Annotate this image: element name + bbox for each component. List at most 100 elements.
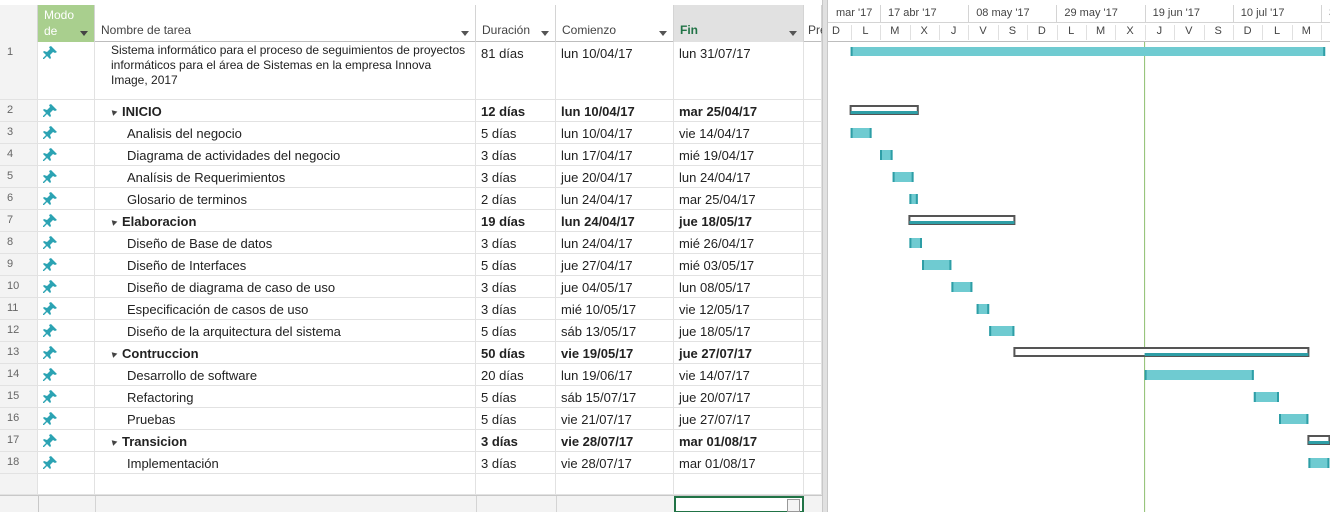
- task-bar[interactable]: [1144, 370, 1254, 380]
- task-finish-cell[interactable]: vie 14/04/17: [674, 122, 804, 143]
- collapse-triangle-icon[interactable]: [109, 218, 118, 226]
- task-row[interactable]: 7 Elaboracion 19 días lun 24/04/17 jue 18/05…: [0, 210, 822, 232]
- collapse-triangle-icon[interactable]: [109, 438, 118, 446]
- collapse-triangle-icon[interactable]: [109, 108, 118, 116]
- start-filter-arrow-icon[interactable]: [659, 31, 667, 36]
- task-name[interactable]: Contruccion: [109, 346, 199, 361]
- row-id-cell[interactable]: 9: [0, 254, 38, 275]
- task-start-cell[interactable]: vie 21/07/17: [556, 408, 674, 429]
- active-cell[interactable]: [674, 496, 804, 512]
- task-start-cell[interactable]: lun 17/04/17: [556, 144, 674, 165]
- task-finish-cell[interactable]: lun 24/04/17: [674, 166, 804, 187]
- task-name[interactable]: Sistema informático para el proceso de s…: [111, 43, 471, 88]
- task-bar[interactable]: [909, 194, 918, 204]
- task-row[interactable]: 10 Diseño de diagrama de caso de uso 3 día…: [0, 276, 822, 298]
- task-bar[interactable]: [850, 128, 872, 138]
- task-row[interactable]: 5 Analísis de Requerimientos 3 días jue 20/…: [0, 166, 822, 188]
- task-start-cell[interactable]: lun 24/04/17: [556, 232, 674, 253]
- task-duration-cell[interactable]: 3 días: [476, 232, 556, 253]
- task-start-cell[interactable]: vie 19/05/17: [556, 342, 674, 363]
- task-predecessors-cell[interactable]: [804, 144, 822, 165]
- row-id-cell[interactable]: 7: [0, 210, 38, 231]
- task-predecessors-cell[interactable]: [804, 342, 822, 363]
- task-duration-cell[interactable]: 3 días: [476, 298, 556, 319]
- task-name[interactable]: Diagrama de actividades del negocio: [127, 148, 340, 163]
- task-mode-cell[interactable]: [38, 430, 95, 451]
- column-header-predecessors[interactable]: Pre: [804, 5, 822, 42]
- task-predecessors-cell[interactable]: [804, 100, 822, 121]
- column-header-finish[interactable]: Fin: [674, 5, 804, 42]
- task-bar[interactable]: [951, 282, 973, 292]
- task-finish-cell[interactable]: mar 01/08/17: [674, 452, 804, 473]
- task-duration-cell[interactable]: 5 días: [476, 320, 556, 341]
- task-predecessors-cell[interactable]: [804, 232, 822, 253]
- task-predecessors-cell[interactable]: [804, 430, 822, 451]
- task-start-cell[interactable]: mié 10/05/17: [556, 298, 674, 319]
- task-name-cell[interactable]: Diseño de la arquitectura del sistema: [95, 320, 476, 341]
- column-header-name[interactable]: Nombre de tarea: [95, 5, 476, 42]
- task-name-cell[interactable]: Especificación de casos de uso: [95, 298, 476, 319]
- task-bar[interactable]: [1279, 414, 1309, 424]
- task-bar[interactable]: [892, 172, 914, 182]
- summary-bar[interactable]: [849, 105, 919, 115]
- task-mode-cell[interactable]: [38, 122, 95, 143]
- task-mode-cell[interactable]: [38, 210, 95, 231]
- task-duration-cell[interactable]: 3 días: [476, 452, 556, 473]
- task-mode-cell[interactable]: [38, 188, 95, 209]
- task-finish-cell[interactable]: lun 31/07/17: [674, 42, 804, 99]
- grid-new-row[interactable]: [0, 495, 822, 512]
- row-id-cell[interactable]: 17: [0, 430, 38, 451]
- task-row[interactable]: 18 Implementación 3 días vie 28/07/17 mar 01…: [0, 452, 822, 474]
- row-id-cell[interactable]: 6: [0, 188, 38, 209]
- row-id-cell[interactable]: 2: [0, 100, 38, 121]
- row-id-cell[interactable]: 3: [0, 122, 38, 143]
- task-finish-cell[interactable]: mié 26/04/17: [674, 232, 804, 253]
- empty-row[interactable]: [0, 474, 822, 495]
- task-start-cell[interactable]: lun 10/04/17: [556, 100, 674, 121]
- task-predecessors-cell[interactable]: [804, 122, 822, 143]
- summary-bar[interactable]: [1013, 347, 1310, 357]
- task-predecessors-cell[interactable]: [804, 42, 822, 99]
- task-finish-cell[interactable]: mar 25/04/17: [674, 188, 804, 209]
- task-predecessors-cell[interactable]: [804, 166, 822, 187]
- task-name[interactable]: Diseño de diagrama de caso de uso: [127, 280, 335, 295]
- cell-dropdown-arrow-icon[interactable]: [787, 499, 800, 512]
- task-predecessors-cell[interactable]: [804, 188, 822, 209]
- task-finish-cell[interactable]: mié 03/05/17: [674, 254, 804, 275]
- task-predecessors-cell[interactable]: [804, 254, 822, 275]
- task-name-cell[interactable]: Pruebas: [95, 408, 476, 429]
- task-duration-cell[interactable]: 5 días: [476, 408, 556, 429]
- select-all-corner[interactable]: [0, 5, 38, 42]
- task-name[interactable]: Glosario de terminos: [127, 192, 247, 207]
- task-start-cell[interactable]: lun 24/04/17: [556, 210, 674, 231]
- task-duration-cell[interactable]: 2 días: [476, 188, 556, 209]
- task-row[interactable]: 17 Transicion 3 días vie 28/07/17 mar 01/08/…: [0, 430, 822, 452]
- task-finish-cell[interactable]: lun 08/05/17: [674, 276, 804, 297]
- column-header-start[interactable]: Comienzo: [556, 5, 674, 42]
- task-mode-cell[interactable]: [38, 166, 95, 187]
- task-finish-cell[interactable]: vie 12/05/17: [674, 298, 804, 319]
- task-row[interactable]: 13 Contruccion 50 días vie 19/05/17 jue 27/0…: [0, 342, 822, 364]
- task-duration-cell[interactable]: 3 días: [476, 430, 556, 451]
- task-name[interactable]: Analísis de Requerimientos: [127, 170, 285, 185]
- task-predecessors-cell[interactable]: [804, 408, 822, 429]
- task-bar[interactable]: [850, 47, 1326, 56]
- row-id-cell[interactable]: 14: [0, 364, 38, 385]
- name-filter-arrow-icon[interactable]: [461, 31, 469, 36]
- task-name-cell[interactable]: Analisis del negocio: [95, 122, 476, 143]
- task-mode-cell[interactable]: [38, 408, 95, 429]
- row-id-cell[interactable]: 13: [0, 342, 38, 363]
- task-bar[interactable]: [909, 238, 922, 248]
- task-finish-cell[interactable]: jue 27/07/17: [674, 408, 804, 429]
- row-id-cell[interactable]: 11: [0, 298, 38, 319]
- task-name[interactable]: Diseño de Interfaces: [127, 258, 246, 273]
- task-mode-cell[interactable]: [38, 364, 95, 385]
- task-mode-cell[interactable]: [38, 232, 95, 253]
- task-start-cell[interactable]: lun 24/04/17: [556, 188, 674, 209]
- column-header-duration[interactable]: Duración: [476, 5, 556, 42]
- task-name[interactable]: Diseño de Base de datos: [127, 236, 272, 251]
- row-id-cell[interactable]: 4: [0, 144, 38, 165]
- task-start-cell[interactable]: vie 28/07/17: [556, 430, 674, 451]
- task-row[interactable]: 6 Glosario de terminos 2 días lun 24/04/17 m…: [0, 188, 822, 210]
- task-mode-cell[interactable]: [38, 452, 95, 473]
